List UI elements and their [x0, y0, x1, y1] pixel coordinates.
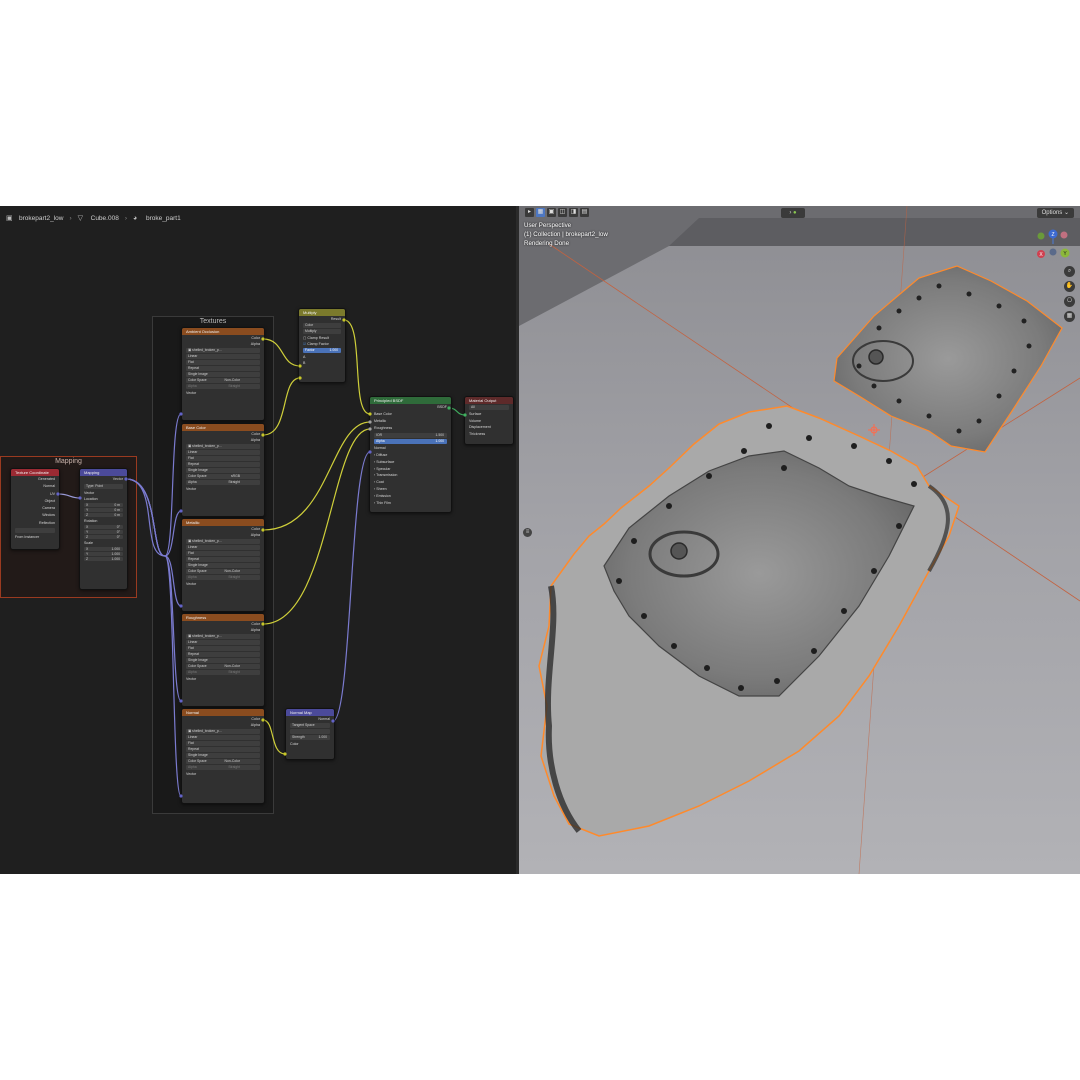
camera-view-icon[interactable]: ⎔: [1064, 296, 1075, 307]
material-icon: ◕: [133, 214, 138, 222]
pan-hand-icon[interactable]: ✋: [1064, 281, 1075, 292]
breadcrumb-object[interactable]: brokepart2_low: [19, 215, 63, 222]
chevron-right-icon: ›: [789, 210, 792, 216]
socket-dots: [56, 318, 467, 798]
chevron-down-icon: ⌄: [1063, 210, 1069, 216]
viewport-scene: Z Y X: [519, 206, 1080, 874]
chevron-right-icon: ›: [124, 214, 127, 222]
select-box-icon[interactable]: ▦: [536, 208, 545, 217]
viewport-header-tools: ▸ ▦ ▣ ◫ ◨ ▤: [525, 208, 589, 217]
3d-viewport[interactable]: Z Y X ▸ ▦ ▣ ◫ ◨ ▤ › ● Options ⌄ User Per…: [519, 206, 1080, 874]
collection-info: (1) Collection | brokepart2_low: [524, 231, 608, 238]
shader-node-editor[interactable]: ▣ brokepart2_low › ▽ Cube.008 › ◕ broke_…: [0, 206, 516, 874]
object-icon: ▣: [6, 214, 13, 222]
breadcrumb-mesh[interactable]: Cube.008: [91, 215, 119, 222]
render-status: Rendering Done: [524, 240, 570, 247]
options-dropdown[interactable]: Options ⌄: [1036, 208, 1074, 218]
breadcrumb-material[interactable]: broke_part1: [146, 215, 181, 222]
blender-window: ▣ brokepart2_low › ▽ Cube.008 › ◕ broke_…: [0, 206, 1080, 874]
mesh-icon: ▽: [77, 214, 84, 222]
chevron-right-icon: ›: [69, 214, 72, 222]
viewport-overlay-text: User Perspective (1) Collection | brokep…: [524, 221, 608, 248]
view-name: User Perspective: [524, 222, 572, 229]
perspective-toggle-icon[interactable]: ▦: [1064, 311, 1075, 322]
select-extend-icon[interactable]: ▣: [547, 208, 556, 217]
select-invert-icon[interactable]: ◨: [569, 208, 578, 217]
object-mode-pill[interactable]: › ●: [781, 208, 805, 218]
zoom-icon[interactable]: ⌕: [1064, 266, 1075, 277]
gizmo-z-label: Z: [1051, 232, 1054, 238]
select-subtract-icon[interactable]: ◫: [558, 208, 567, 217]
sidebar-toggle-icon[interactable]: ≡: [523, 528, 532, 537]
shading-icon: ●: [793, 210, 797, 216]
breadcrumb: ▣ brokepart2_low › ▽ Cube.008 › ◕ broke_…: [6, 211, 181, 225]
select-tool-icon[interactable]: ▸: [525, 208, 534, 217]
select-intersect-icon[interactable]: ▤: [580, 208, 589, 217]
